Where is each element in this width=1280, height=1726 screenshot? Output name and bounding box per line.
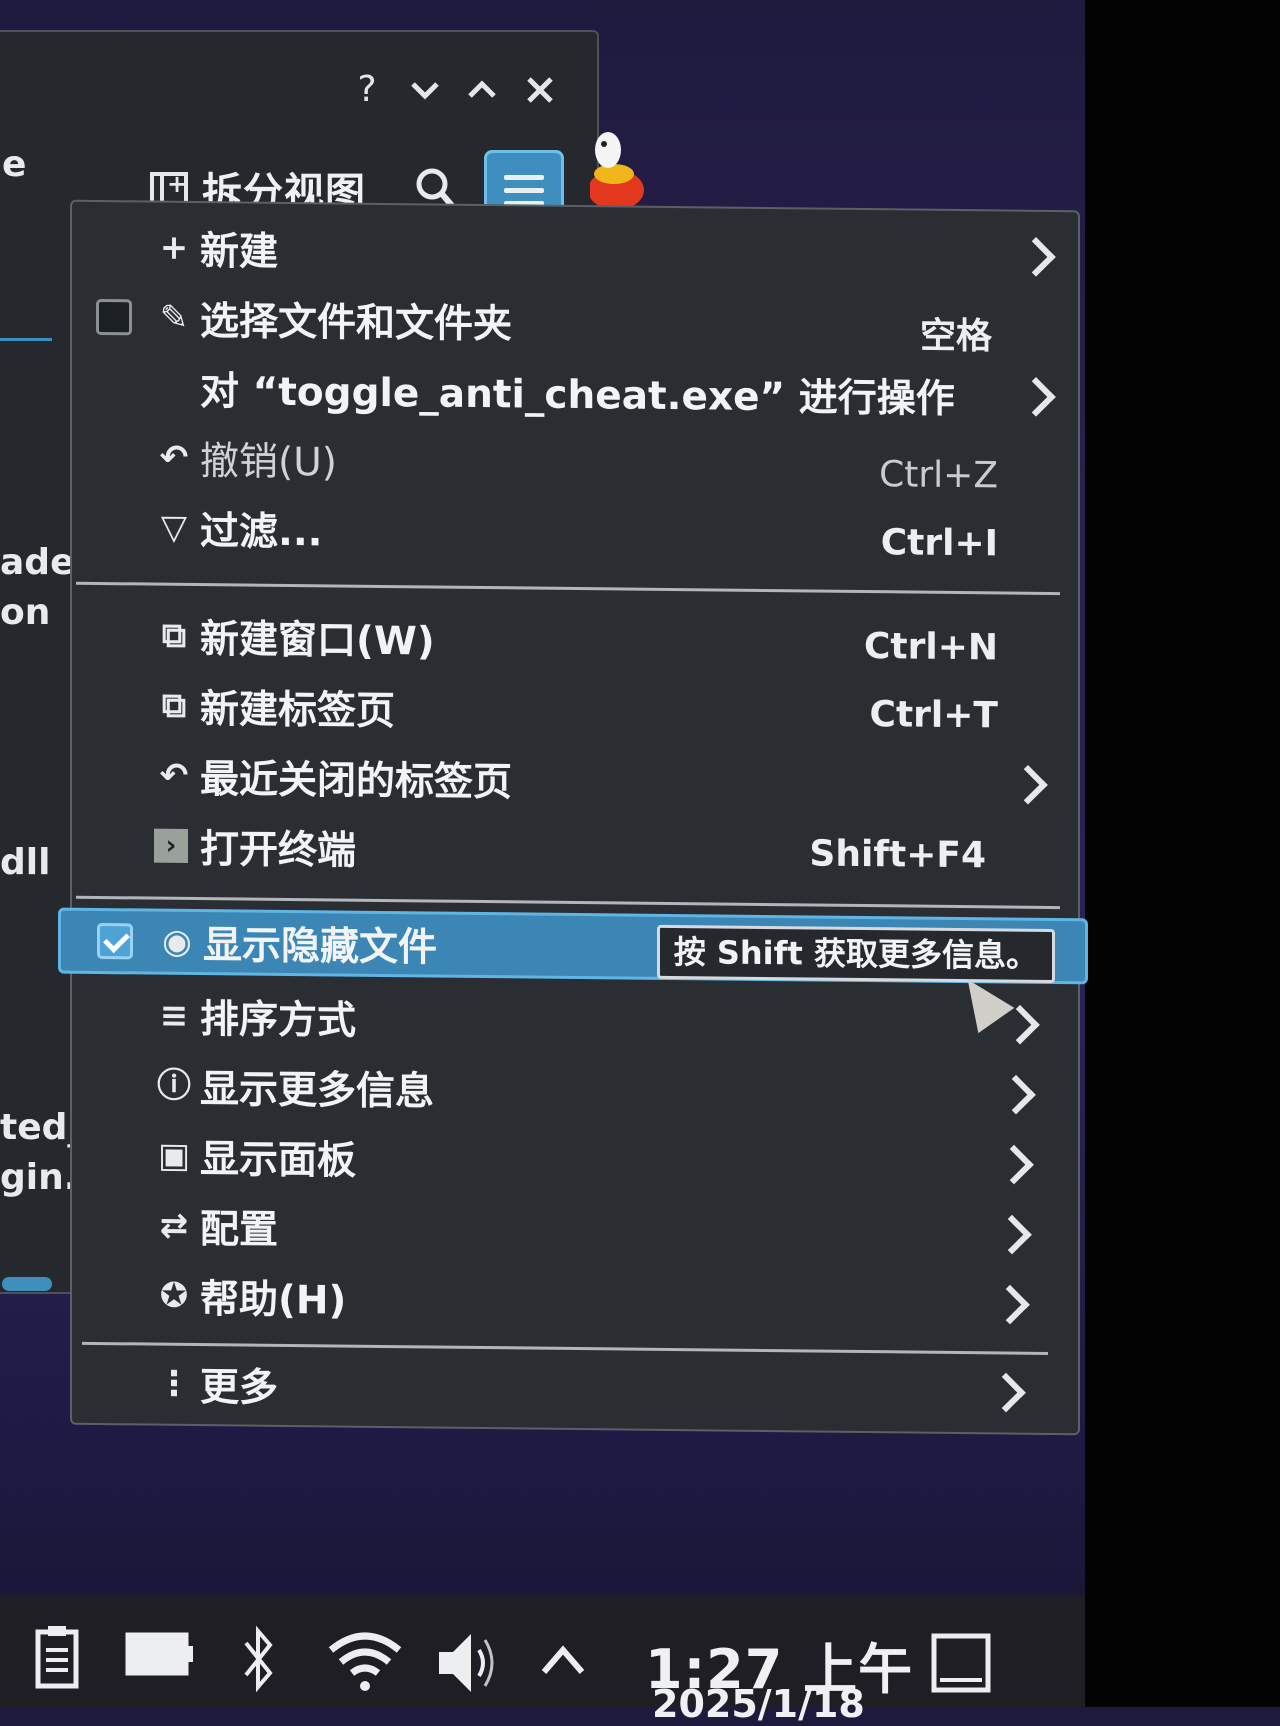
menu-item-label: 撤销(U) [200,439,337,486]
undo-icon: ↶ [159,437,189,478]
info-icon: ⓘ [157,1065,191,1106]
horizontal-scrollbar[interactable] [2,1277,52,1291]
menu-item-shortcut: Shift+F4 [809,833,986,877]
menu-item-configure[interactable]: ⇄ 配置 [72,1192,1078,1269]
menu-item-help[interactable]: ✪ 帮助(H) [72,1262,1078,1339]
menu-item-label: 最近关闭的标签页 [200,757,513,806]
menu-item-label: 显示面板 [200,1137,357,1184]
menu-item-shortcut: 空格 [919,315,992,358]
menu-item-label: 排序方式 [200,997,357,1044]
left-pane-fragment: gin. [0,1157,78,1198]
chevron-right-icon [990,1284,1030,1325]
menu-item-label: 显示更多信息 [200,1067,435,1115]
more-icon: ⋮ [157,1363,191,1404]
menu-item-label: 更多 [200,1365,279,1411]
left-pane-fragment: on [0,592,51,633]
menu-item-recently-closed-tabs[interactable]: ↶ 最近关闭的标签页 [72,742,1078,819]
close-button[interactable] [520,70,560,110]
recent-closed-icon: ↶ [159,755,189,796]
minimize-button[interactable] [405,70,445,110]
chevron-right-icon [1016,377,1056,417]
help-button[interactable]: ? [347,70,387,110]
close-icon [527,77,553,103]
menu-item-shortcut: Ctrl+I [880,522,998,565]
menu-item-label: 选择文件和文件夹 [200,299,513,348]
menu-item-show-more-info[interactable]: ⓘ 显示更多信息 [72,1052,1078,1129]
chevron-up-icon [468,80,496,98]
menu-item-new[interactable]: + 新建 [72,214,1078,291]
show-hidden-checkbox[interactable] [97,922,133,960]
left-pane-divider [0,338,52,341]
menu-item-label: 新建标签页 [200,687,396,735]
menu-item-label: 帮助(H) [200,1277,347,1324]
chevron-right-icon [1008,764,1048,805]
new-tab-icon: ⧉ [161,685,187,726]
show-desktop-icon[interactable] [930,1632,992,1696]
menu-item-shortcut: Ctrl+Z [879,454,998,497]
eye-icon: ◉ [162,921,192,962]
hamburger-icon [504,175,544,180]
menu-item-open-terminal[interactable]: › 打开终端 Shift+F4 [72,812,1078,889]
volume-icon[interactable] [435,1628,501,1698]
battery-icon[interactable] [125,1630,195,1680]
menu-item-label: 新建窗口(W) [200,617,435,665]
filter-icon: ▽ [160,507,188,548]
menu-item-shortcut: Ctrl+N [863,626,998,669]
chevron-right-icon [992,1214,1032,1255]
configure-icon: ⇄ [159,1205,189,1246]
menu-item-select-files[interactable]: ✎ 选择文件和文件夹 空格 [72,284,1078,361]
chevron-right-icon [994,1144,1034,1185]
menu-item-label: 显示隐藏文件 [203,923,438,971]
panel-icon: ▣ [157,1135,191,1176]
menu-separator [76,895,1060,910]
hamburger-dropdown-menu: + 新建 ✎ 选择文件和文件夹 空格 对 “toggle_anti_cheat.… [58,199,1088,1436]
expand-tray-icon[interactable] [538,1640,588,1680]
terminal-icon: › [154,828,188,863]
qq-penguin-icon[interactable] [590,120,648,210]
menu-item-label: 对 “toggle_anti_cheat.exe” 进行操作 [200,369,955,422]
left-pane-fragment: ade [0,542,75,583]
monitor-bezel [1085,0,1280,1707]
menu-item-new-tab[interactable]: ⧉ 新建标签页 Ctrl+T [72,672,1078,749]
left-pane-fragment: dll [0,842,51,883]
menu-item-label: 打开终端 [200,827,357,874]
maximize-button[interactable] [462,70,502,110]
bluetooth-icon[interactable] [240,1625,280,1695]
clipboard-icon[interactable] [32,1622,82,1692]
menu-item-new-window[interactable]: ⧉ 新建窗口(W) Ctrl+N [72,602,1078,679]
menu-item-show-panels[interactable]: ▣ 显示面板 [72,1122,1078,1199]
menu-item-sort-by[interactable]: ≡ 排序方式 [72,982,1078,1059]
plus-icon: + [159,227,189,268]
select-mode-checkbox[interactable] [96,298,132,336]
tooltip: 按 Shift 获取更多信息。 [656,924,1055,984]
menu-item-filter[interactable]: ▽ 过滤... Ctrl+I [72,494,1078,571]
chevron-right-icon [986,1372,1026,1413]
menu-item-show-hidden-files[interactable]: ◉ 显示隐藏文件 按 Shift 获取更多信息。 [58,907,1088,985]
clock-date[interactable]: 2025/1/18 [652,1682,865,1726]
sort-icon: ≡ [159,995,189,1036]
menu-item-undo[interactable]: ↶ 撤销(U) Ctrl+Z [72,424,1078,501]
menu-item-shortcut: Ctrl+T [869,694,998,737]
menu-item-more[interactable]: ⋮ 更多 [72,1350,1078,1427]
chevron-right-icon [996,1074,1036,1115]
menu-item-file-actions[interactable]: 对 “toggle_anti_cheat.exe” 进行操作 [72,354,1078,431]
chevron-down-icon [411,82,439,100]
menu-item-label: 过滤... [200,509,323,556]
menu-item-label: 新建 [200,229,279,275]
menu-item-label: 配置 [200,1207,279,1253]
left-pane-fragment: e [2,144,27,185]
help-icon: ✪ [159,1275,189,1316]
select-icon: ✎ [159,297,189,338]
new-window-icon: ⧉ [161,615,187,656]
chevron-right-icon [1016,237,1056,277]
wifi-icon[interactable] [325,1628,405,1694]
menu-separator [76,581,1060,596]
